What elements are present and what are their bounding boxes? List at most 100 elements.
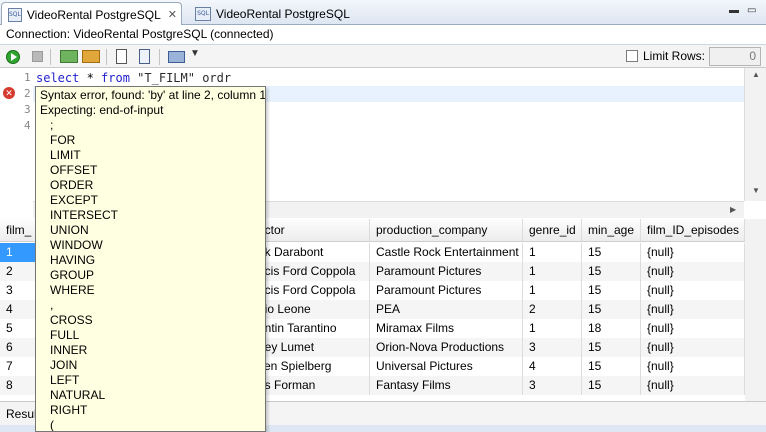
scroll-right-icon[interactable]: ▶ bbox=[730, 205, 736, 214]
tab-videorental-active[interactable]: SQL VideoRental PostgreSQL ✕ bbox=[1, 2, 182, 26]
expected-token: UNION bbox=[50, 223, 89, 237]
table-cell[interactable]: 15 bbox=[582, 357, 641, 376]
table-cell[interactable]: {null} bbox=[641, 243, 745, 262]
code-text: * bbox=[79, 71, 102, 85]
sql-file-icon: SQL bbox=[8, 7, 22, 22]
column-header[interactable]: film_ID_episodes bbox=[641, 219, 745, 241]
expected-token: EXCEPT bbox=[50, 193, 99, 207]
error-icon[interactable]: ✕ bbox=[3, 87, 15, 99]
line-number: 1 bbox=[24, 71, 31, 84]
table-cell[interactable]: {null} bbox=[641, 338, 745, 357]
sql-file-icon: SQL bbox=[195, 7, 211, 21]
table-cell[interactable]: 3 bbox=[0, 281, 40, 300]
toolbar: ▼ Limit Rows: 0 bbox=[0, 45, 766, 68]
table-cell[interactable]: 15 bbox=[582, 243, 641, 262]
table-cell[interactable]: Miramax Films bbox=[370, 319, 523, 338]
table-cell[interactable]: 15 bbox=[582, 281, 641, 300]
table-cell[interactable]: {null} bbox=[641, 281, 745, 300]
table-cell[interactable]: 2 bbox=[523, 300, 582, 319]
format-icon[interactable] bbox=[168, 51, 185, 63]
table-cell[interactable]: Paramount Pictures bbox=[370, 281, 523, 300]
table-cell[interactable]: {null} bbox=[641, 319, 745, 338]
add-connection-icon[interactable] bbox=[60, 50, 78, 63]
table-cell[interactable]: 4 bbox=[523, 357, 582, 376]
code-line-1: select * from "T_FILM" ordr bbox=[36, 70, 231, 86]
error-message: Syntax error, found: 'by' at line 2, col… bbox=[40, 88, 266, 102]
scroll-up-icon[interactable]: ▲ bbox=[752, 70, 760, 79]
syntax-error-tooltip: Syntax error, found: 'by' at line 2, col… bbox=[35, 86, 266, 432]
table-cell[interactable]: 5 bbox=[0, 319, 40, 338]
minimize-icon[interactable]: ▬ bbox=[729, 5, 739, 16]
expected-token: ( bbox=[50, 418, 54, 432]
editor-gutter: 1 2 3 4 ✕ bbox=[0, 68, 33, 218]
expected-token: FOR bbox=[50, 133, 76, 147]
toolbar-separator bbox=[159, 49, 160, 65]
column-header[interactable]: production_company bbox=[370, 219, 523, 241]
expected-token: HAVING bbox=[50, 253, 96, 267]
maximize-icon[interactable]: ▭ bbox=[747, 5, 756, 16]
expected-token: CROSS bbox=[50, 313, 93, 327]
expected-token: RIGHT bbox=[50, 403, 88, 417]
table-cell[interactable]: {null} bbox=[641, 262, 745, 281]
table-cell[interactable]: 18 bbox=[582, 319, 641, 338]
table-cell[interactable]: 1 bbox=[523, 281, 582, 300]
expected-token: OFFSET bbox=[50, 163, 98, 177]
table-cell[interactable]: 3 bbox=[523, 338, 582, 357]
close-icon[interactable]: ✕ bbox=[168, 8, 177, 21]
table-cell[interactable]: 3 bbox=[523, 376, 582, 395]
table-cell[interactable]: Universal Pictures bbox=[370, 357, 523, 376]
editor-tab-bar: SQL VideoRental PostgreSQL ✕ SQL VideoRe… bbox=[0, 0, 766, 26]
column-header[interactable]: min_age bbox=[582, 219, 641, 241]
expected-token: FULL bbox=[50, 328, 80, 342]
table-cell[interactable]: Paramount Pictures bbox=[370, 262, 523, 281]
expected-token: , bbox=[50, 298, 54, 312]
code-text: "T_FILM" ordr bbox=[129, 71, 232, 85]
expected-token: LIMIT bbox=[50, 148, 81, 162]
table-cell[interactable]: 15 bbox=[582, 376, 641, 395]
expected-token: ; bbox=[50, 118, 54, 132]
column-header[interactable]: film_ bbox=[0, 219, 40, 241]
table-cell[interactable]: Castle Rock Entertainment bbox=[370, 243, 523, 262]
table-cell[interactable]: 15 bbox=[582, 338, 641, 357]
expected-token: WHERE bbox=[50, 283, 95, 297]
chevron-down-icon[interactable]: ▼ bbox=[190, 48, 207, 65]
toolbar-separator bbox=[50, 49, 51, 65]
limit-rows-input[interactable]: 0 bbox=[709, 47, 761, 66]
table-cell[interactable]: 6 bbox=[0, 338, 40, 357]
tab-videorental-inactive[interactable]: SQL VideoRental PostgreSQL bbox=[188, 2, 360, 25]
add-query-icon[interactable] bbox=[82, 50, 100, 63]
table-cell[interactable]: 15 bbox=[582, 262, 641, 281]
table-cell[interactable]: 1 bbox=[523, 262, 582, 281]
table-cell[interactable]: 8 bbox=[0, 376, 40, 395]
table-cell[interactable]: 1 bbox=[0, 243, 40, 262]
table-cell[interactable]: Fantasy Films bbox=[370, 376, 523, 395]
grid-vertical-scrollbar[interactable] bbox=[745, 219, 766, 401]
line-number: 4 bbox=[24, 119, 31, 132]
table-cell[interactable]: {null} bbox=[641, 357, 745, 376]
expecting-message: Expecting: end-of-input bbox=[40, 103, 164, 117]
expected-token: LEFT bbox=[50, 373, 80, 387]
table-cell[interactable]: 4 bbox=[0, 300, 40, 319]
open-file-icon[interactable] bbox=[116, 49, 127, 64]
line-number: 2 bbox=[24, 87, 31, 100]
table-cell[interactable]: PEA bbox=[370, 300, 523, 319]
connection-status: Connection: VideoRental PostgreSQL (conn… bbox=[0, 25, 766, 45]
table-cell[interactable]: 7 bbox=[0, 357, 40, 376]
table-cell[interactable]: Orion-Nova Productions bbox=[370, 338, 523, 357]
table-cell[interactable]: 15 bbox=[582, 300, 641, 319]
table-cell[interactable]: {null} bbox=[641, 376, 745, 395]
run-icon[interactable] bbox=[6, 50, 20, 64]
table-cell[interactable]: 1 bbox=[523, 319, 582, 338]
stop-icon[interactable] bbox=[32, 51, 43, 62]
table-cell[interactable]: 2 bbox=[0, 262, 40, 281]
table-cell[interactable]: {null} bbox=[641, 300, 745, 319]
save-file-icon[interactable] bbox=[139, 49, 150, 64]
tab-label: VideoRental PostgreSQL bbox=[216, 7, 350, 21]
column-header[interactable]: genre_id bbox=[523, 219, 582, 241]
scroll-down-icon[interactable]: ▼ bbox=[752, 186, 760, 195]
limit-rows-checkbox[interactable] bbox=[626, 50, 638, 62]
table-cell[interactable]: 1 bbox=[523, 243, 582, 262]
expected-token: ORDER bbox=[50, 178, 94, 192]
editor-vertical-scrollbar[interactable]: ▲ ▼ bbox=[744, 68, 766, 201]
keyword-from: from bbox=[101, 71, 130, 85]
